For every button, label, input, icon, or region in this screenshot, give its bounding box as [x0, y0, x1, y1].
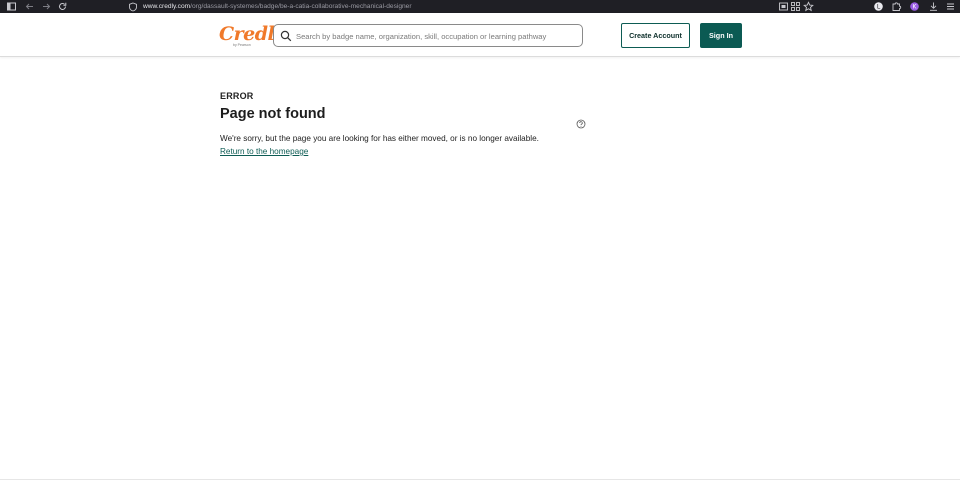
logo-subtext: by Pearson: [233, 43, 251, 47]
return-home-link[interactable]: Return to the homepage: [220, 147, 308, 156]
downloads-icon[interactable]: [928, 1, 939, 12]
bookmark-star-icon[interactable]: [803, 1, 814, 12]
help-question-icon[interactable]: [576, 119, 586, 129]
sidebar-toggle-icon[interactable]: [6, 1, 17, 12]
puzzle-extension-icon[interactable]: [891, 1, 902, 12]
search-input[interactable]: [296, 28, 578, 44]
error-message: We're sorry, but the page you are lookin…: [220, 134, 539, 143]
page-title: Page not found: [220, 106, 326, 122]
url-host: www.credly.com: [143, 3, 191, 10]
extension-avatar-icon[interactable]: K: [909, 1, 920, 12]
logo-wordmark: Credly: [219, 23, 285, 45]
profile-avatar-icon[interactable]: L: [873, 1, 884, 12]
forward-arrow-icon[interactable]: [41, 1, 52, 12]
url-text: www.credly.com/org/dassault-systemes/bad…: [143, 3, 412, 10]
address-bar[interactable]: www.credly.com/org/dassault-systemes/bad…: [128, 0, 412, 13]
reader-view-icon[interactable]: [778, 1, 789, 12]
search-icon: [280, 30, 292, 42]
extensions-grid-icon[interactable]: [790, 1, 801, 12]
site-header: Credly by Pearson Create Account Sign In: [0, 13, 960, 57]
create-account-button[interactable]: Create Account: [621, 23, 690, 48]
browser-toolbar: www.credly.com/org/dassault-systemes/bad…: [0, 0, 960, 13]
footer-divider: [0, 479, 960, 480]
url-path: /org/dassault-systemes/badge/be-a-catia-…: [190, 3, 412, 10]
shield-icon: [129, 2, 137, 11]
menu-hamburger-icon[interactable]: [945, 1, 956, 12]
sign-in-button[interactable]: Sign In: [700, 23, 742, 48]
error-eyebrow: ERROR: [220, 91, 254, 101]
search-box[interactable]: [273, 24, 583, 47]
back-arrow-icon[interactable]: [24, 1, 35, 12]
reload-icon[interactable]: [57, 1, 68, 12]
credly-logo[interactable]: Credly by Pearson: [219, 23, 285, 51]
